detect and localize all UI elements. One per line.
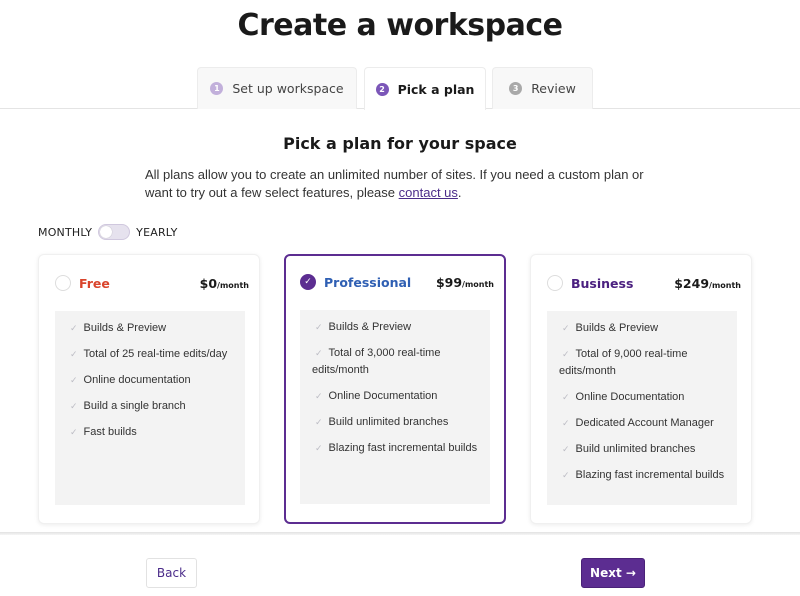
plan-name: Free: [79, 275, 110, 291]
feature-text: Online documentation: [83, 374, 191, 386]
check-icon: ✓: [70, 401, 78, 411]
check-icon: ✓: [70, 375, 78, 385]
plan-header: Free $0/month: [55, 275, 249, 291]
yearly-label[interactable]: YEARLY: [136, 226, 177, 239]
feature-item: ✓ Blazing fast incremental builds: [559, 467, 725, 484]
price-period: /month: [462, 279, 494, 289]
plan-name: Business: [571, 275, 634, 291]
plan-price: $0/month: [200, 276, 249, 291]
check-icon: ✓: [562, 444, 570, 454]
feature-item: ✓ Total of 3,000 real-time edits/month: [312, 345, 478, 379]
feature-text: Online Documentation: [328, 390, 438, 402]
tab-label: Set up workspace: [232, 81, 344, 96]
feature-item: ✓ Build a single branch: [67, 398, 233, 415]
plan-radio[interactable]: [547, 275, 563, 291]
check-icon: ✓: [70, 323, 78, 333]
check-icon: ✓: [562, 349, 570, 359]
check-icon: ✓: [562, 323, 570, 333]
feature-item: ✓ Build unlimited branches: [559, 441, 725, 458]
feature-text: Total of 9,000 real-time edits/month: [559, 348, 688, 377]
feature-item: ✓ Fast builds: [67, 424, 233, 441]
plan-card-professional[interactable]: ✓ Professional $99/month ✓ Builds & Previ…: [284, 254, 506, 524]
plan-card-business[interactable]: Business $249/month ✓ Builds & Preview ✓ T…: [530, 254, 752, 524]
step-number-badge: 2: [375, 82, 389, 96]
toggle-knob: [100, 226, 113, 238]
price-period: /month: [709, 280, 741, 290]
feature-item: ✓ Builds & Preview: [67, 320, 233, 337]
check-icon: ✓: [315, 443, 323, 453]
price-amount: $249: [674, 275, 710, 291]
description-text: All plans allow you to create an unlimit…: [145, 167, 644, 200]
tab-review[interactable]: 3 Review: [492, 67, 593, 109]
check-icon: ✓: [562, 418, 570, 428]
feature-item: ✓ Builds & Preview: [312, 319, 478, 336]
feature-item: ✓ Builds & Preview: [559, 320, 725, 337]
plan-header: Business $249/month: [547, 275, 741, 291]
feature-item: ✓ Dedicated Account Manager: [559, 415, 725, 432]
footer-divider: [0, 532, 800, 535]
feature-text: Blazing fast incremental builds: [328, 442, 478, 454]
check-icon: ✓: [315, 417, 323, 427]
feature-text: Build unlimited branches: [575, 443, 696, 455]
step-number-badge: 3: [509, 82, 523, 95]
feature-item: ✓ Total of 25 real-time edits/day: [67, 346, 233, 363]
feature-text: Builds & Preview: [575, 322, 659, 334]
feature-item: ✓ Blazing fast incremental builds: [312, 440, 478, 457]
feature-text: Build a single branch: [83, 400, 186, 412]
back-button[interactable]: Back: [146, 558, 197, 588]
tab-label: Review: [531, 81, 576, 96]
contact-us-link[interactable]: contact us: [399, 185, 458, 200]
check-icon: ✓: [304, 277, 312, 287]
feature-text: Builds & Preview: [328, 321, 412, 333]
check-icon: ✓: [315, 348, 323, 358]
description-end: .: [457, 185, 462, 200]
feature-text: Builds & Preview: [83, 322, 167, 334]
section-description: All plans allow you to create an unlimit…: [145, 166, 665, 202]
section-title: Pick a plan for your space: [283, 134, 517, 153]
check-icon: ✓: [562, 392, 570, 402]
feature-list: ✓ Builds & Preview ✓ Total of 3,000 real-t…: [300, 310, 490, 504]
feature-item: ✓ Total of 9,000 real-time edits/month: [559, 346, 725, 380]
feature-text: Total of 25 real-time edits/day: [83, 348, 228, 360]
next-button[interactable]: Next →: [581, 558, 645, 588]
feature-list: ✓ Builds & Preview ✓ Total of 9,000 real-t…: [547, 311, 737, 505]
plan-radio-checked[interactable]: ✓: [300, 274, 316, 290]
feature-text: Fast builds: [83, 426, 137, 438]
plan-radio[interactable]: [55, 275, 71, 291]
monthly-label[interactable]: MONTHLY: [38, 226, 92, 239]
billing-period-toggle-group: MONTHLY YEARLY: [38, 224, 178, 240]
feature-item: ✓ Online documentation: [67, 372, 233, 389]
price-amount: $0: [199, 275, 218, 291]
billing-toggle[interactable]: [98, 224, 131, 240]
feature-text: Build unlimited branches: [328, 416, 449, 428]
price-period: /month: [217, 280, 249, 290]
feature-item: ✓ Online Documentation: [559, 389, 725, 406]
feature-list: ✓ Builds & Preview ✓ Total of 25 real-time…: [55, 311, 245, 505]
plan-header: ✓ Professional $99/month: [300, 274, 494, 290]
check-icon: ✓: [70, 427, 78, 437]
plan-card-free[interactable]: Free $0/month ✓ Builds & Preview ✓ Total o…: [38, 254, 260, 524]
feature-text: Dedicated Account Manager: [575, 417, 714, 429]
price-amount: $99: [435, 274, 463, 290]
step-number-badge: 1: [210, 82, 224, 95]
feature-item: ✓ Build unlimited branches: [312, 414, 478, 431]
check-icon: ✓: [315, 391, 323, 401]
plan-price: $99/month: [436, 275, 494, 290]
plan-price: $249/month: [674, 276, 741, 291]
tab-set-up-workspace[interactable]: 1 Set up workspace: [197, 67, 357, 109]
page-title: Create a workspace: [237, 8, 564, 43]
check-icon: ✓: [70, 349, 78, 359]
feature-text: Total of 3,000 real-time edits/month: [312, 347, 441, 376]
feature-text: Blazing fast incremental builds: [575, 469, 725, 481]
tab-label: Pick a plan: [397, 81, 475, 97]
tab-pick-a-plan[interactable]: 2 Pick a plan: [364, 67, 486, 110]
feature-item: ✓ Online Documentation: [312, 388, 478, 405]
plan-name: Professional: [324, 274, 412, 290]
check-icon: ✓: [315, 322, 323, 332]
feature-text: Online Documentation: [575, 391, 685, 403]
check-icon: ✓: [562, 470, 570, 480]
